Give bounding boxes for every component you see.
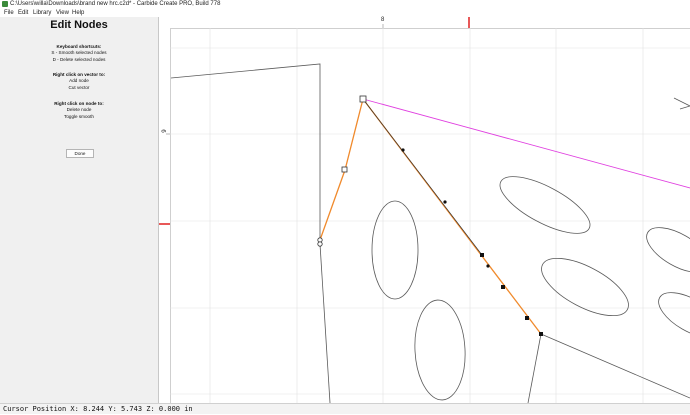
vector-left-outline <box>170 63 321 240</box>
edit-nodes-panel: Edit Nodes Keyboard shortcuts: S - Smoot… <box>0 17 159 403</box>
node-left-bottom-2 <box>317 241 323 247</box>
node-mid-2 <box>501 285 505 289</box>
window-title: C:\Users\willa\Downloads\brand new hrc.c… <box>10 1 221 7</box>
node-mid-1 <box>480 253 484 257</box>
ellipse-left-upper <box>371 200 419 300</box>
title-bar: C:\Users\willa\Downloads\brand new hrc.c… <box>0 0 690 9</box>
node-left-mid <box>341 166 348 173</box>
control-point-2 <box>443 200 447 204</box>
ellipse-far-right-lower <box>658 292 690 338</box>
ellipse-left-lower <box>414 299 466 401</box>
top-ruler-label: 8 <box>381 17 385 23</box>
design-vectors <box>170 63 690 404</box>
control-handle-line <box>362 98 483 256</box>
control-point-3 <box>486 264 490 268</box>
done-button[interactable]: Done <box>66 149 94 158</box>
panel-title: Edit Nodes <box>50 19 108 31</box>
shortcuts-section: Keyboard shortcuts: S - Smooth selected … <box>0 44 158 63</box>
menu-edit[interactable]: Edit <box>18 9 28 17</box>
app-icon <box>2 1 8 7</box>
node-top <box>359 95 367 103</box>
node-section: Right click on node to: Delete node Togg… <box>0 101 158 120</box>
ellipse-middle <box>499 176 591 234</box>
ellipse-far-right <box>646 227 690 273</box>
shortcut-delete: D - Delete selected nodes <box>52 56 106 62</box>
node-mid-3 <box>525 316 529 320</box>
menu-help[interactable]: Help <box>72 9 84 17</box>
status-bar: Cursor Position X: 8.244 Y: 5.743 Z: 0.0… <box>0 403 690 414</box>
vector-bottom-edge <box>527 333 542 404</box>
ellipse-right <box>541 257 629 317</box>
vector-section: Right click on vector to: Add node Cut v… <box>0 72 158 91</box>
vector-left-edge <box>319 243 331 404</box>
left-ruler: 6 <box>159 28 171 403</box>
nodes[interactable] <box>317 95 543 336</box>
menu-library[interactable]: Library <box>33 9 51 17</box>
magenta-guide-line <box>362 98 690 189</box>
menu-view[interactable]: View <box>56 9 69 17</box>
vector-bottom-right-edge <box>540 333 690 399</box>
menu-bar: File Edit Library View Help <box>0 9 690 17</box>
node-toggle-smooth: Toggle smooth <box>64 113 94 119</box>
selected-path-left <box>319 98 364 241</box>
vector-cut: Cut vector <box>68 84 90 90</box>
vector-arrow-tip <box>673 97 690 110</box>
top-ruler: 8 <box>159 17 690 29</box>
node-bottom <box>539 332 543 336</box>
control-point-1 <box>401 148 405 152</box>
grid <box>170 28 690 403</box>
left-ruler-label: 6 <box>159 129 166 133</box>
menu-file[interactable]: File <box>4 9 14 17</box>
